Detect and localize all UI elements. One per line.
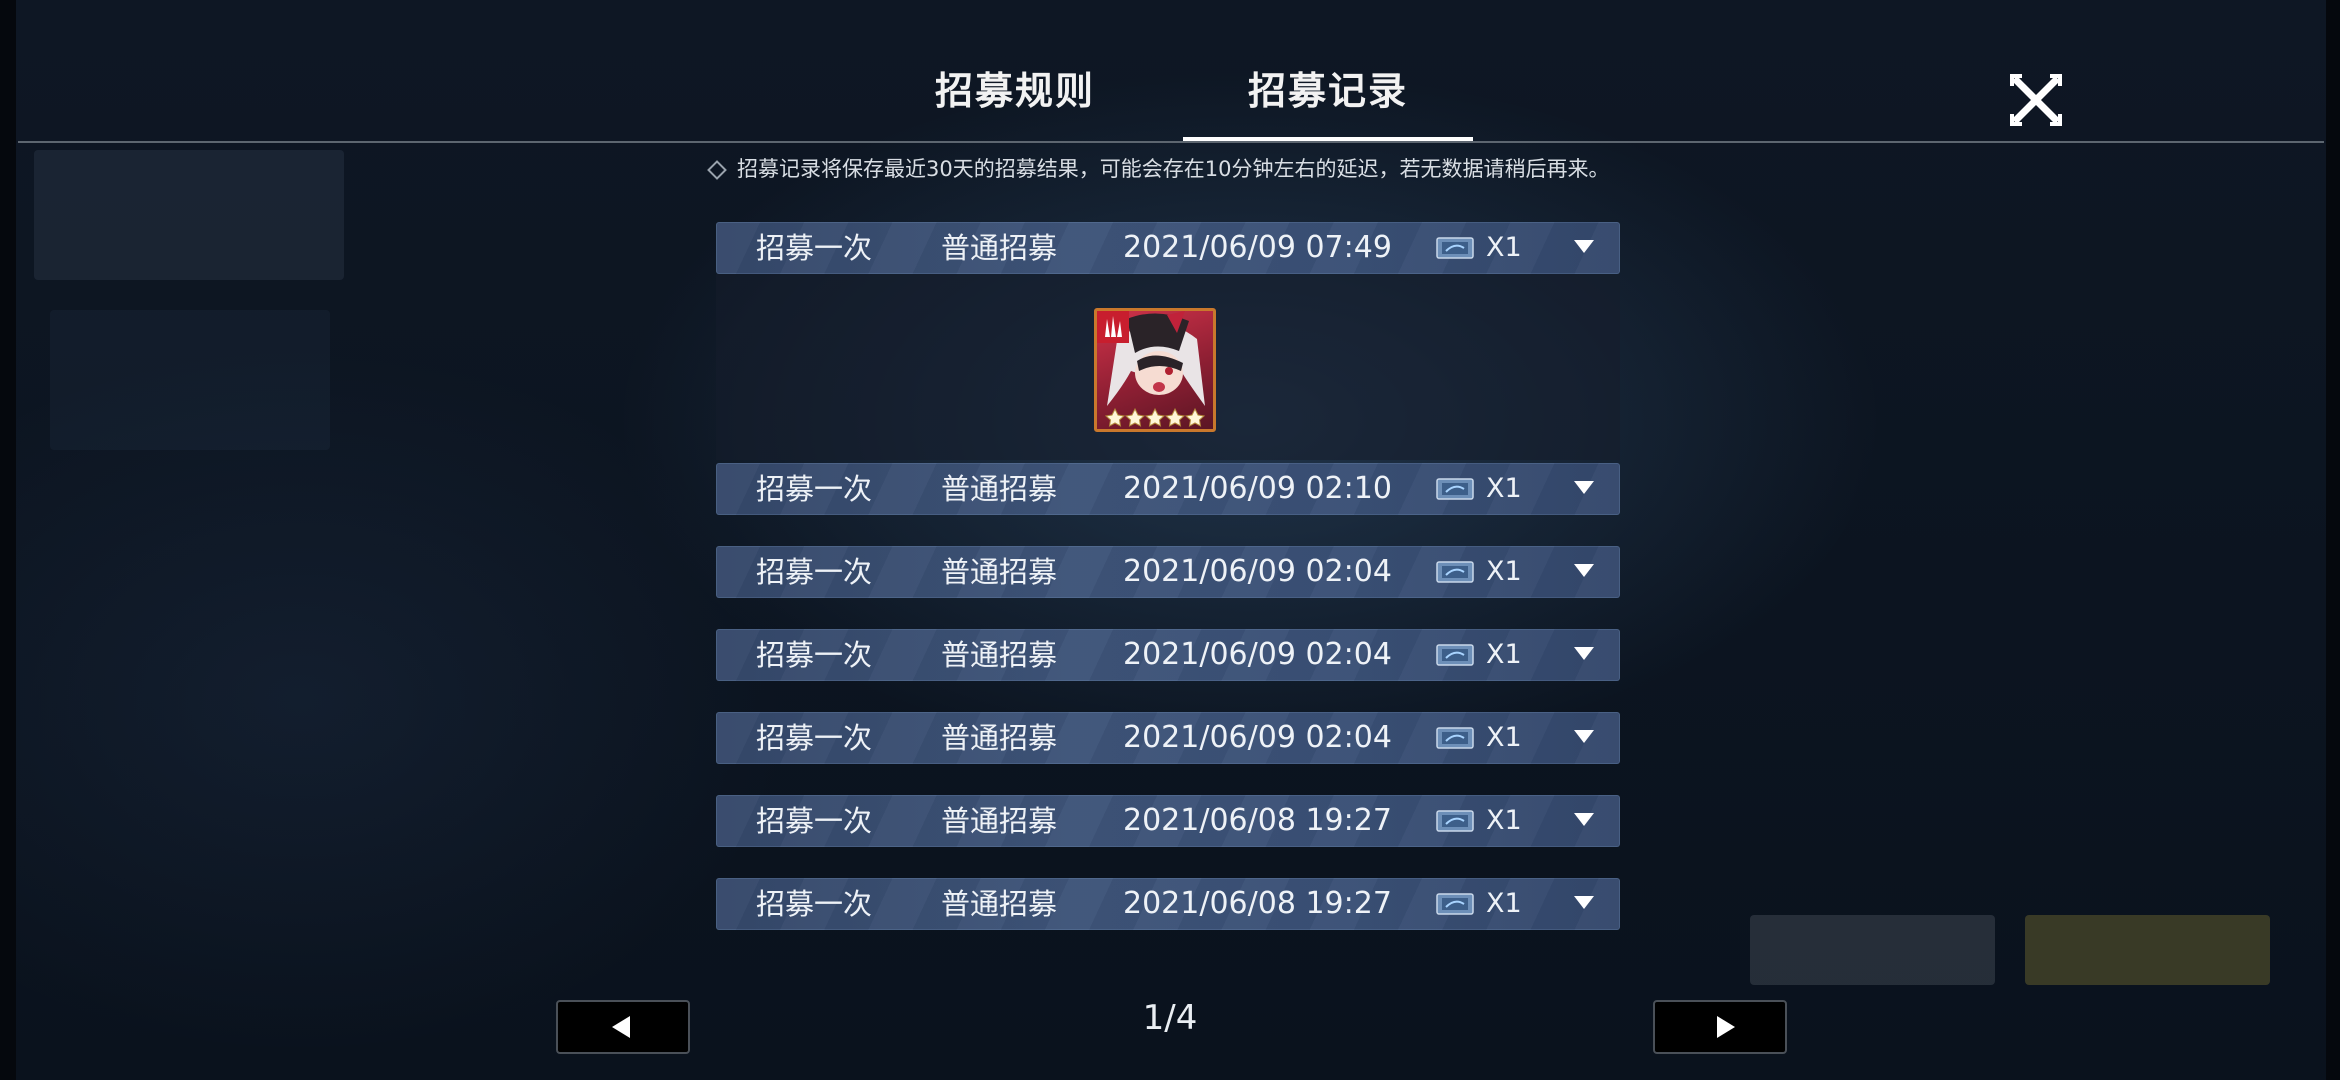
record-type: 招募一次 (756, 887, 873, 921)
record-type: 招募一次 (756, 231, 873, 265)
record-type: 招募一次 (756, 638, 873, 672)
record-row[interactable]: 招募一次 普通招募 2021/06/09 02:04 X1 (716, 629, 1620, 681)
recruit-ticket-icon (1436, 561, 1474, 583)
screen-edge-left (0, 0, 16, 1080)
recruit-ticket-icon (1436, 727, 1474, 749)
tab-recruit-rules[interactable]: 招募规则 (935, 60, 1095, 115)
record-count: X1 (1486, 888, 1522, 919)
record-pool: 普通招募 (941, 804, 1058, 838)
triangle-right-icon (1717, 1016, 1735, 1038)
close-button[interactable] (2008, 72, 2064, 128)
background-panel (50, 310, 330, 450)
recruit-ticket-icon (1436, 478, 1474, 500)
expand-arrow-icon (1574, 564, 1594, 577)
record-time: 2021/06/09 02:04 (1123, 554, 1392, 589)
record-type: 招募一次 (756, 721, 873, 755)
record-time: 2021/06/09 02:04 (1123, 720, 1392, 755)
record-type: 招募一次 (756, 472, 873, 506)
record-count: X1 (1486, 805, 1522, 836)
expand-arrow-icon (1574, 240, 1594, 253)
header-divider (18, 141, 2324, 143)
close-x-icon (2010, 74, 2062, 126)
star-rating (1104, 407, 1206, 427)
dialog-header (18, 0, 2324, 142)
expand-arrow-icon (1574, 896, 1594, 909)
tab-recruit-records[interactable]: 招募记录 (1248, 60, 1408, 115)
record-row[interactable]: 招募一次 普通招募 2021/06/09 02:04 X1 (716, 546, 1620, 598)
record-time: 2021/06/09 02:04 (1123, 637, 1392, 672)
recruit-ticket-icon (1436, 237, 1474, 259)
recruit-ticket-icon (1436, 810, 1474, 832)
record-pool: 普通招募 (941, 472, 1058, 506)
record-count: X1 (1486, 232, 1522, 263)
record-row[interactable]: 招募一次 普通招募 2021/06/09 02:10 X1 (716, 463, 1620, 515)
record-pool: 普通招募 (941, 555, 1058, 589)
record-pool: 普通招募 (941, 638, 1058, 672)
record-count: X1 (1486, 473, 1522, 504)
triangle-left-icon (612, 1016, 630, 1038)
next-page-button[interactable] (1653, 1000, 1787, 1054)
expand-arrow-icon (1574, 730, 1594, 743)
notice-text: 招募记录将保存最近30天的招募结果，可能会存在10分钟左右的延迟，若无数据请稍后… (737, 157, 1610, 181)
record-row[interactable]: 招募一次 普通招募 2021/06/08 19:27 X1 (716, 878, 1620, 930)
screen-edge-right (2326, 0, 2340, 1080)
record-pool: 普通招募 (941, 721, 1058, 755)
character-art (1097, 311, 1206, 427)
record-count: X1 (1486, 556, 1522, 587)
record-row[interactable]: 招募一次 普通招募 2021/06/09 02:04 X1 (716, 712, 1620, 764)
recruit-ticket-icon (1436, 893, 1474, 915)
record-row[interactable]: 招募一次 普通招募 2021/06/09 07:49 X1 (716, 222, 1620, 274)
recruit-ticket-icon (1436, 644, 1474, 666)
record-time: 2021/06/09 07:49 (1123, 230, 1392, 265)
record-pool: 普通招募 (941, 231, 1058, 265)
expand-arrow-icon (1574, 813, 1594, 826)
page-indicator: 1/4 (1142, 998, 1198, 1038)
character-portrait-icon[interactable] (1094, 308, 1216, 432)
record-pool: 普通招募 (941, 887, 1058, 921)
record-count: X1 (1486, 722, 1522, 753)
record-time: 2021/06/08 19:27 (1123, 803, 1392, 838)
background-panel (34, 150, 344, 280)
background-button (2025, 915, 2270, 985)
prev-page-button[interactable] (556, 1000, 690, 1054)
expand-arrow-icon (1574, 647, 1594, 660)
expand-arrow-icon (1574, 481, 1594, 494)
record-time: 2021/06/09 02:10 (1123, 471, 1392, 506)
record-type: 招募一次 (756, 555, 873, 589)
background-button (1750, 915, 1995, 985)
record-row[interactable]: 招募一次 普通招募 2021/06/08 19:27 X1 (716, 795, 1620, 847)
record-time: 2021/06/08 19:27 (1123, 886, 1392, 921)
record-count: X1 (1486, 639, 1522, 670)
record-type: 招募一次 (756, 804, 873, 838)
